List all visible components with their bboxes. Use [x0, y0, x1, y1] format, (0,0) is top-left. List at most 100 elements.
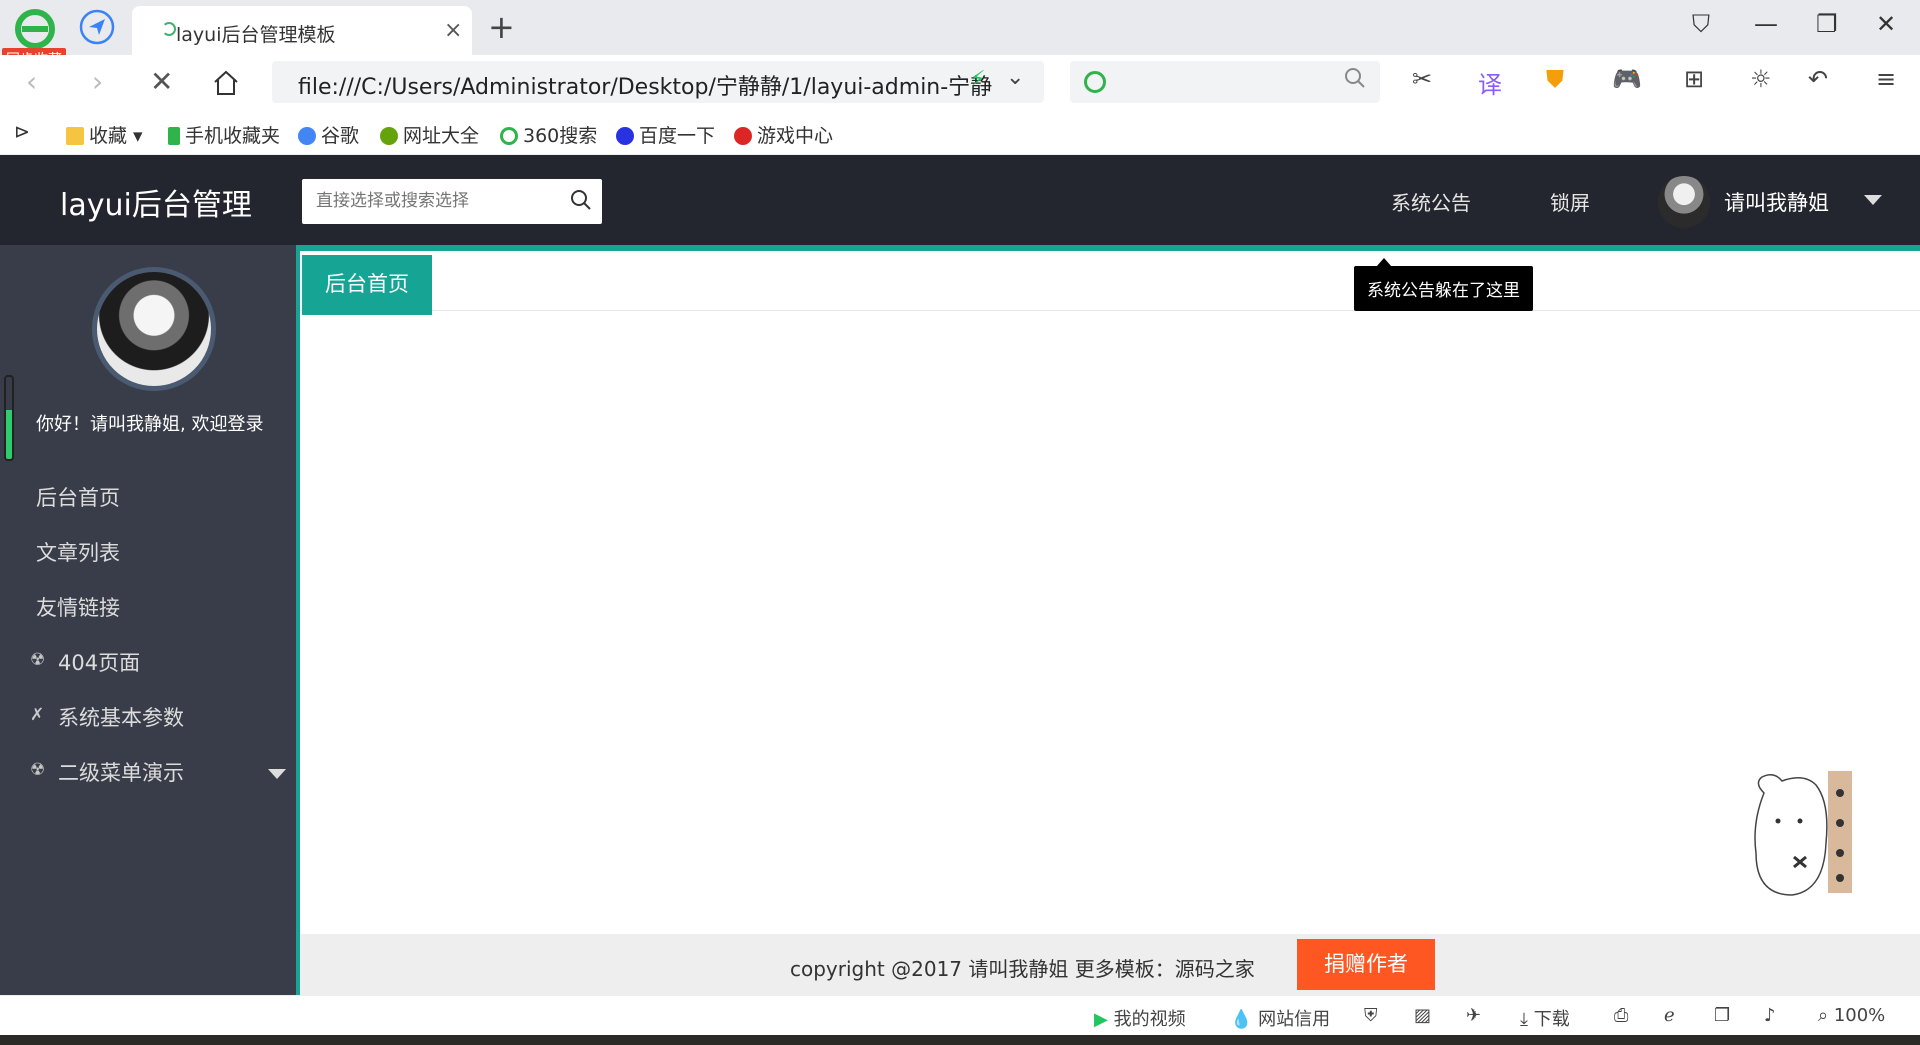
- sidebar-avatar[interactable]: [92, 267, 216, 391]
- address-bar[interactable]: file:///C:/Users/Administrator/Desktop/宁…: [272, 61, 1044, 103]
- bookmark-label: 百度一下: [639, 125, 716, 147]
- url-text[interactable]: file:///C:/Users/Administrator/Desktop/宁…: [298, 69, 992, 101]
- rocket-icon[interactable]: ✈: [1466, 1005, 1481, 1026]
- tools-icon: ✗: [30, 705, 45, 725]
- search-icon[interactable]: [1344, 67, 1366, 89]
- caret-down-icon[interactable]: [268, 769, 286, 779]
- bookmark-label: 手机收藏夹: [185, 125, 281, 147]
- tab-close-button[interactable]: ×: [444, 18, 462, 43]
- user-avatar[interactable]: [1658, 176, 1710, 228]
- apps-grid-icon[interactable]: ⊞: [1684, 65, 1704, 93]
- screenshot-scissors-icon[interactable]: ✂: [1412, 65, 1432, 93]
- page-tab-bar: 后台首页: [300, 251, 1920, 315]
- image-icon[interactable]: ▨: [1414, 1005, 1431, 1026]
- bookmark-label: 网址大全: [403, 125, 480, 147]
- scrollbar[interactable]: [4, 375, 14, 461]
- status-label: 我的视频: [1113, 1009, 1186, 1030]
- sidebar-item-articles[interactable]: 文章列表: [0, 521, 296, 581]
- bookmark-label: 360搜索: [523, 125, 598, 147]
- sidebar-item-404[interactable]: ☢ 404页面: [0, 631, 296, 691]
- home-icon[interactable]: [212, 69, 240, 97]
- sidebar-item-friend-links[interactable]: 友情链接: [0, 576, 296, 636]
- print-icon[interactable]: ⎙: [1614, 1005, 1628, 1026]
- browser-logo-icon[interactable]: [12, 6, 58, 52]
- menu-search-box[interactable]: [302, 179, 602, 224]
- speed-mode-icon[interactable]: ⚡: [970, 67, 985, 92]
- tab-strip: 同步收藏 layui后台管理模板 × + ⛉ — ❐ ✕: [0, 0, 1920, 70]
- app-header: layui后台管理 系统公告 锁屏 请叫我静姐: [0, 155, 1920, 245]
- bookmarks-toggle-icon[interactable]: ⊳: [14, 121, 30, 143]
- menu-search-input[interactable]: [316, 191, 556, 211]
- restore-button[interactable]: ❐: [1816, 10, 1838, 38]
- tab-title: layui后台管理模板: [176, 24, 336, 46]
- stop-icon[interactable]: ✕: [150, 65, 173, 98]
- new-tab-button[interactable]: +: [488, 8, 515, 46]
- app-logo[interactable]: layui后台管理: [60, 180, 252, 224]
- taskbar-edge: [0, 1035, 1920, 1045]
- my-videos-item[interactable]: ▶ 我的视频: [1094, 1005, 1186, 1031]
- directory-icon: [380, 127, 398, 145]
- download-item[interactable]: ⤓ 下载: [1520, 1005, 1570, 1031]
- shield-icon[interactable]: ⛨: [1364, 1005, 1378, 1026]
- chevron-down-icon[interactable]: ⌄: [1006, 65, 1024, 90]
- sidebar-item-label: 系统基本参数: [58, 706, 184, 730]
- bookmark-baidu[interactable]: 百度一下: [616, 121, 715, 148]
- zoom-control[interactable]: ⌕ 100%: [1818, 1005, 1885, 1026]
- notice-tooltip: 系统公告躲在了这里: [1354, 258, 1533, 311]
- sound-icon[interactable]: ♪: [1764, 1005, 1776, 1026]
- bookmark-favorites[interactable]: 收藏 ▾: [66, 121, 143, 148]
- back-icon[interactable]: ‹: [26, 65, 37, 98]
- status-label: 网站信用: [1258, 1009, 1331, 1030]
- phone-icon: [168, 127, 180, 145]
- bookmark-360-search[interactable]: 360搜索: [500, 121, 597, 148]
- caret-down-icon[interactable]: [1864, 195, 1882, 205]
- bookmark-label: 游戏中心: [757, 125, 834, 147]
- search-360-icon: [500, 127, 518, 145]
- navigation-bar: ‹ › ✕ file:///C:/Users/Administrator/Des…: [0, 55, 1920, 112]
- minimize-button[interactable]: —: [1754, 10, 1778, 38]
- baidu-paw-icon: [616, 127, 634, 145]
- bookmark-mobile[interactable]: 手机收藏夹: [168, 121, 280, 148]
- close-window-button[interactable]: ✕: [1876, 10, 1896, 38]
- forward-icon[interactable]: ›: [92, 65, 103, 98]
- site-credit-item[interactable]: 💧 网站信用: [1230, 1005, 1330, 1031]
- zoom-level: 100%: [1833, 1005, 1886, 1026]
- sidebar-item-label: 404页面: [58, 651, 141, 675]
- browser-search-box[interactable]: [1070, 61, 1380, 103]
- brightness-icon[interactable]: ☼: [1750, 65, 1772, 93]
- skin-icon[interactable]: ⛉: [1692, 10, 1710, 38]
- window-icon[interactable]: ❐: [1714, 1005, 1730, 1026]
- tab-dashboard[interactable]: 后台首页: [302, 255, 432, 315]
- sidebar-item-label: 友情链接: [36, 596, 120, 620]
- search-engine-icon[interactable]: [1084, 71, 1106, 93]
- sidebar-item-dashboard[interactable]: 后台首页: [0, 466, 296, 526]
- ie-mode-icon[interactable]: ℯ: [1664, 1005, 1675, 1026]
- browser-status-bar: ▶ 我的视频 💧 网站信用 ⛨ ▨ ✈ ⤓ 下载 ⎙ ℯ ❐ ♪ ⌕ 100%: [0, 995, 1920, 1035]
- undo-icon[interactable]: ↶: [1808, 65, 1828, 93]
- bookmark-game-center[interactable]: 游戏中心: [734, 121, 833, 148]
- send-icon[interactable]: [78, 8, 116, 46]
- copyright-text: copyright @2017 请叫我静姐 更多模板：源码之家: [790, 957, 1255, 981]
- translate-icon[interactable]: 译: [1478, 65, 1502, 100]
- mascot-illustration[interactable]: [1734, 763, 1864, 913]
- robot-icon: ☢: [30, 760, 46, 780]
- bookmark-label: 谷歌: [321, 125, 360, 147]
- search-icon[interactable]: [570, 189, 592, 211]
- download-icon: ⤓: [1520, 1009, 1528, 1030]
- video-play-icon: ▶: [1094, 1009, 1108, 1030]
- donate-button[interactable]: 捐赠作者: [1297, 939, 1435, 990]
- welcome-text: 你好！请叫我静姐, 欢迎登录: [36, 414, 264, 435]
- game-center-icon: [734, 127, 752, 145]
- sidebar-item-submenu-demo[interactable]: ☢ 二级菜单演示: [0, 741, 296, 801]
- user-name[interactable]: 请叫我静姐: [1724, 187, 1829, 217]
- bookmark-url-directory[interactable]: 网址大全: [380, 121, 479, 148]
- browser-tab[interactable]: layui后台管理模板 ×: [132, 6, 472, 55]
- menu-icon[interactable]: ≡: [1876, 65, 1896, 93]
- shopping-icon[interactable]: ⛊: [1546, 65, 1564, 93]
- sidebar-item-label: 二级菜单演示: [58, 761, 184, 785]
- game-icon[interactable]: 🎮: [1612, 65, 1642, 93]
- nav-lock-screen[interactable]: 锁屏: [1550, 187, 1590, 216]
- sidebar-item-system-params[interactable]: ✗ 系统基本参数: [0, 686, 296, 746]
- bookmark-google[interactable]: 谷歌: [298, 121, 359, 148]
- nav-system-notice[interactable]: 系统公告: [1391, 187, 1471, 216]
